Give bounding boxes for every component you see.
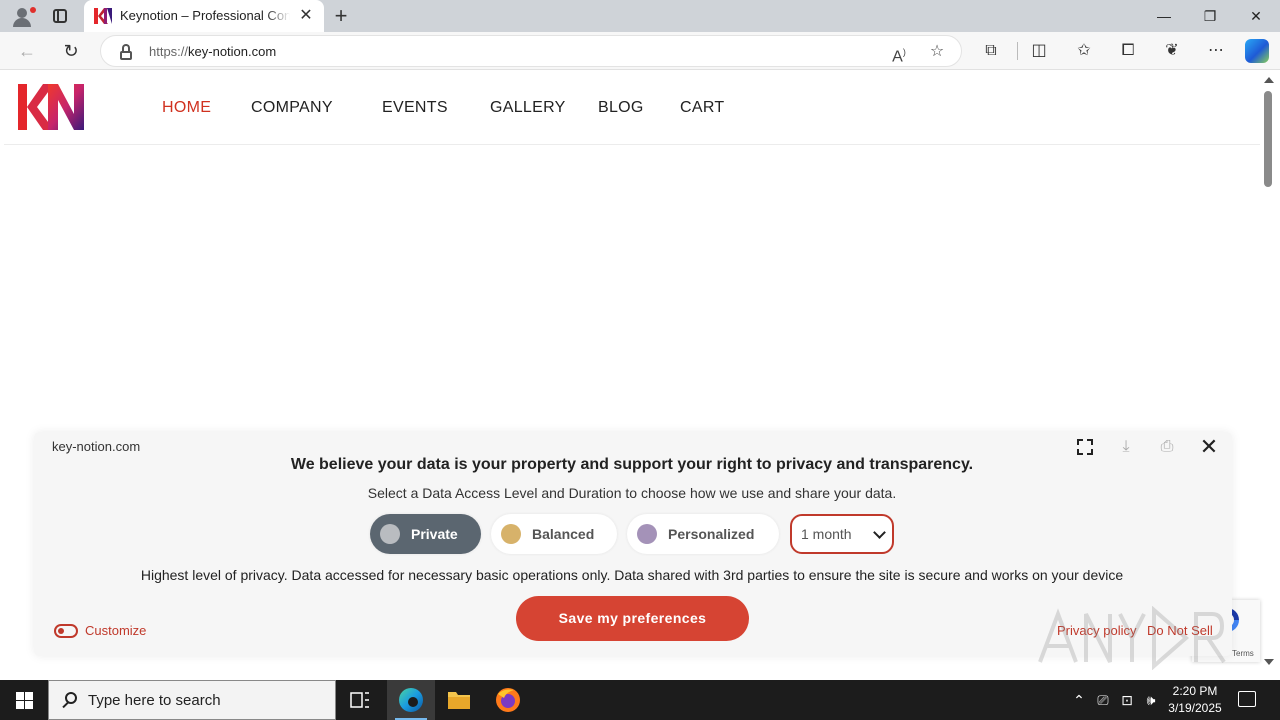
firefox-icon[interactable] xyxy=(484,680,532,720)
level-balanced-button[interactable]: Balanced xyxy=(491,514,617,554)
window-restore-button[interactable]: ❐ xyxy=(1187,0,1233,32)
network-icon[interactable]: ⊡ xyxy=(1118,691,1136,709)
site-favicon-icon xyxy=(94,8,112,24)
browser-toolbar: ← ↻ https://key-notion.com A) ☆ ⧉ ◫ ✩ ⧠ … xyxy=(0,32,1280,70)
task-view-icon[interactable] xyxy=(336,680,384,720)
level-balanced-dot xyxy=(501,524,521,544)
level-description: Highest level of privacy. Data accessed … xyxy=(140,567,1124,583)
level-personalized-label: Personalized xyxy=(668,526,755,542)
extensions-icon[interactable]: ⧉ xyxy=(980,40,1002,62)
tab-actions-icon[interactable] xyxy=(50,6,70,26)
notification-center-icon[interactable] xyxy=(1238,691,1256,707)
browser-tab-bar: Keynotion – Professional Conferences ✕ +… xyxy=(0,0,1280,32)
taskbar-clock[interactable]: 2:20 PM 3/19/2025 xyxy=(1160,683,1230,717)
meet-now-icon[interactable]: ⎚ xyxy=(1094,691,1112,709)
level-balanced-label: Balanced xyxy=(532,526,595,542)
lock-icon[interactable] xyxy=(119,44,133,60)
collections-icon[interactable]: ⧠ xyxy=(1117,40,1139,62)
print-icon[interactable]: ⎙ xyxy=(1156,437,1178,457)
windows-taskbar: Type here to search ⌃ ⎚ ⊡ 🕪 2:20 PM 3/19… xyxy=(0,680,1280,720)
url-text[interactable]: https://key-notion.com xyxy=(149,44,276,59)
clock-date: 3/19/2025 xyxy=(1168,701,1222,715)
volume-icon[interactable]: 🕪 xyxy=(1142,691,1160,709)
consent-heading: We believe your data is your property an… xyxy=(290,456,974,473)
level-personalized-dot xyxy=(637,524,657,544)
scroll-thumb[interactable] xyxy=(1264,91,1272,187)
more-options-icon[interactable]: ⋯ xyxy=(1205,40,1227,62)
expand-icon[interactable] xyxy=(1074,437,1096,457)
duration-select[interactable]: 1 month xyxy=(790,514,894,554)
scroll-down-arrow-icon[interactable] xyxy=(1264,659,1274,665)
nav-gallery[interactable]: GALLERY xyxy=(490,99,566,117)
page-scrollbar[interactable] xyxy=(1260,71,1280,677)
toggle-icon[interactable] xyxy=(54,624,78,638)
watermark-logo xyxy=(1038,606,1226,670)
favorite-star-icon[interactable]: ☆ xyxy=(927,42,947,62)
consent-subheading: Select a Data Access Level and Duration … xyxy=(367,485,897,501)
profile-avatar-icon[interactable] xyxy=(8,4,36,28)
site-logo[interactable] xyxy=(18,84,84,130)
consent-close-icon[interactable]: ✕ xyxy=(1198,436,1220,458)
tab-title: Keynotion – Professional Conferences xyxy=(120,8,290,23)
nav-cart[interactable]: CART xyxy=(680,99,724,117)
performance-icon[interactable]: ❦ xyxy=(1161,40,1183,62)
customize-label: Customize xyxy=(85,623,147,638)
new-tab-button[interactable]: + xyxy=(330,4,352,28)
split-screen-icon[interactable]: ◫ xyxy=(1028,40,1050,62)
taskbar-search-box[interactable]: Type here to search xyxy=(48,680,336,720)
file-explorer-icon[interactable] xyxy=(435,680,483,720)
toolbar-separator xyxy=(1017,42,1018,60)
level-private-dot xyxy=(380,524,400,544)
windows-start-icon[interactable] xyxy=(0,680,48,720)
taskbar-search-placeholder: Type here to search xyxy=(88,692,221,709)
nav-events[interactable]: EVENTS xyxy=(382,99,448,117)
refresh-icon[interactable]: ↻ xyxy=(60,40,82,62)
tab-close-icon[interactable]: ✕ xyxy=(298,8,314,24)
download-icon[interactable]: ⤓ xyxy=(1115,437,1137,457)
level-private-button[interactable]: Private xyxy=(370,514,481,554)
level-private-label: Private xyxy=(411,526,458,542)
copilot-icon[interactable] xyxy=(1245,39,1269,63)
edge-taskbar-icon[interactable] xyxy=(387,680,435,720)
level-personalized-button[interactable]: Personalized xyxy=(627,514,779,554)
window-close-button[interactable]: ✕ xyxy=(1233,0,1279,32)
nav-home[interactable]: HOME xyxy=(162,99,211,117)
save-preferences-button[interactable]: Save my preferences xyxy=(516,596,749,641)
clock-time: 2:20 PM xyxy=(1172,684,1218,698)
site-header: HOME COMPANY EVENTS GALLERY BLOG CART xyxy=(4,71,1260,145)
browser-tab-active[interactable]: Keynotion – Professional Conferences ✕ xyxy=(84,0,324,32)
duration-value: 1 month xyxy=(801,526,852,542)
url-protocol: https:// xyxy=(149,44,189,59)
scroll-up-arrow-icon[interactable] xyxy=(1264,77,1274,83)
nav-blog[interactable]: BLOG xyxy=(598,99,644,117)
back-arrow-icon[interactable]: ← xyxy=(16,40,38,62)
url-host: key-notion.com xyxy=(188,44,277,59)
read-aloud-icon[interactable]: A) xyxy=(889,42,909,65)
search-icon xyxy=(61,692,79,710)
favorites-icon[interactable]: ✩ xyxy=(1073,40,1095,62)
chevron-down-icon xyxy=(873,526,886,539)
tray-chevron-up-icon[interactable]: ⌃ xyxy=(1070,691,1088,709)
address-bar[interactable]: https://key-notion.com A) ☆ xyxy=(100,35,962,67)
window-minimize-button[interactable]: — xyxy=(1141,0,1187,32)
consent-domain: key-notion.com xyxy=(52,439,141,454)
nav-company[interactable]: COMPANY xyxy=(251,99,333,117)
